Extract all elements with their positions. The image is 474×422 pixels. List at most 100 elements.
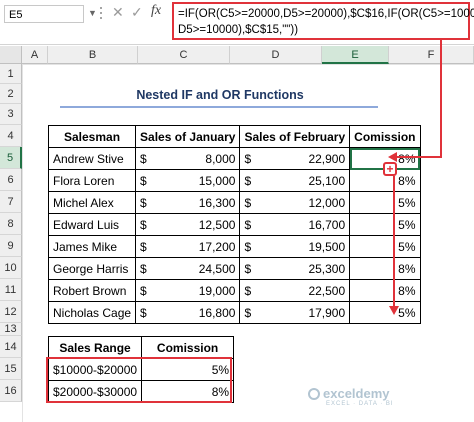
cell-comission[interactable]: 5%	[349, 301, 421, 324]
cell-comission[interactable]: 8%	[349, 257, 421, 280]
cell-jan[interactable]: $24,500	[135, 257, 241, 280]
cell-salesman[interactable]: Flora Loren	[47, 169, 137, 192]
table-row: Michel Alex $16,300 $12,000 5%	[47, 191, 421, 214]
header-sales-february[interactable]: Sales of February	[239, 125, 351, 148]
row-header-8[interactable]: 8	[0, 213, 22, 235]
currency-symbol: $	[244, 261, 252, 276]
formula-bar: E5 ▼ ✕ ✓ fx =IF(OR(C5>=20000,D5>=20000),…	[0, 0, 474, 45]
cell-feb[interactable]: $25,300	[239, 257, 351, 280]
currency-symbol: $	[244, 305, 252, 320]
sheet-title: Nested IF and OR Functions	[136, 88, 304, 102]
header-salesman[interactable]: Salesman	[47, 125, 137, 148]
column-header-f[interactable]: F	[389, 46, 474, 64]
cell-salesman[interactable]: Edward Luis	[47, 213, 137, 236]
cancel-icon[interactable]: ✕	[112, 4, 124, 21]
cell-sales-range[interactable]: $10000-$20000	[47, 358, 143, 381]
row-header-9[interactable]: 9	[0, 235, 22, 257]
formula-arrow-vertical	[440, 40, 442, 158]
row-header-13[interactable]: 13	[0, 323, 22, 336]
cell-feb[interactable]: $25,100	[239, 169, 351, 192]
cell-range-comission[interactable]: 5%	[141, 358, 235, 381]
row-header-10[interactable]: 10	[0, 257, 22, 279]
drag-handle-icon[interactable]	[99, 4, 103, 24]
cell-feb[interactable]: $22,900	[239, 147, 351, 170]
header-sales-range[interactable]: Sales Range	[47, 336, 143, 359]
column-header-d[interactable]: D	[230, 46, 322, 64]
column-header-b[interactable]: B	[48, 46, 138, 64]
row-header-7[interactable]: 7	[0, 191, 22, 213]
table-row: Andrew Stive $8,000 $22,900 8%	[47, 147, 421, 170]
cell-comission[interactable]: 8%	[349, 279, 421, 302]
cell-feb-value: 19,500	[308, 239, 346, 254]
cell-feb[interactable]: $12,000	[239, 191, 351, 214]
cell-jan-value: 19,000	[198, 283, 236, 298]
cell-comission[interactable]: 5%	[349, 191, 421, 214]
cell-jan[interactable]: $16,800	[135, 301, 241, 324]
currency-symbol: $	[244, 283, 252, 298]
column-header-e[interactable]: E	[322, 46, 389, 64]
cell-jan[interactable]: $8,000	[135, 147, 241, 170]
cell-jan[interactable]: $16,300	[135, 191, 241, 214]
row-header-1[interactable]: 1	[0, 64, 22, 84]
row-header-15[interactable]: 15	[0, 358, 22, 380]
formula-arrow-horizontal	[396, 156, 442, 158]
cell-jan[interactable]: $19,000	[135, 279, 241, 302]
formula-input[interactable]: =IF(OR(C5>=20000,D5>=20000),$C$16,IF(OR(…	[172, 2, 474, 40]
header-range-comission[interactable]: Comission	[141, 336, 235, 359]
fill-handle-icon[interactable]: +	[383, 162, 397, 176]
watermark-tagline: EXCEL · DATA · BI	[326, 401, 394, 407]
currency-symbol: $	[244, 173, 252, 188]
row-header-5[interactable]: 5	[0, 147, 22, 169]
cell-feb[interactable]: $22,500	[239, 279, 351, 302]
cell-range-comission[interactable]: 8%	[141, 380, 235, 403]
cell-sales-range[interactable]: $20000-$30000	[47, 380, 143, 403]
cell-comission[interactable]: 5%	[349, 213, 421, 236]
row-header-3[interactable]: 3	[0, 104, 22, 125]
cell-salesman[interactable]: George Harris	[47, 257, 137, 280]
currency-symbol: $	[140, 283, 147, 298]
cell-feb-value: 12,000	[308, 195, 346, 210]
cell-salesman[interactable]: James Mike	[47, 235, 137, 258]
cell-jan-value: 8,000	[205, 151, 236, 166]
header-comission[interactable]: Comission	[349, 125, 421, 148]
column-header-a[interactable]: A	[22, 46, 48, 64]
row-header-14[interactable]: 14	[0, 336, 22, 358]
insert-function-icon[interactable]: fx	[151, 3, 161, 19]
table-row: James Mike $17,200 $19,500 5%	[47, 235, 421, 258]
cell-salesman[interactable]: Andrew Stive	[47, 147, 137, 170]
cell-feb[interactable]: $17,900	[239, 301, 351, 324]
range-row: $20000-$30000 8%	[47, 380, 235, 403]
cell-jan-value: 15,000	[198, 173, 236, 188]
currency-symbol: $	[244, 151, 252, 166]
name-box[interactable]: E5	[4, 5, 84, 23]
header-sales-january[interactable]: Sales of January	[135, 125, 241, 148]
range-header-row: Sales Range Comission	[47, 336, 235, 359]
row-header-2[interactable]: 2	[0, 84, 22, 104]
cell-jan[interactable]: $12,500	[135, 213, 241, 236]
row-header-6[interactable]: 6	[0, 169, 22, 191]
cell-jan[interactable]: $17,200	[135, 235, 241, 258]
fill-arrow-line	[393, 176, 395, 308]
cell-salesman[interactable]: Michel Alex	[47, 191, 137, 214]
row-header-4[interactable]: 4	[0, 125, 22, 147]
cell-jan-value: 16,800	[198, 305, 236, 320]
currency-symbol: $	[140, 173, 147, 188]
row-header-16[interactable]: 16	[0, 380, 22, 402]
cell-feb[interactable]: $19,500	[239, 235, 351, 258]
exceldemy-logo-icon	[308, 388, 320, 400]
cell-salesman[interactable]: Nicholas Cage	[47, 301, 137, 324]
cell-comission[interactable]: 5%	[349, 235, 421, 258]
name-box-dropdown-icon[interactable]: ▼	[88, 8, 97, 18]
column-header-c[interactable]: C	[138, 46, 230, 64]
cell-jan[interactable]: $15,000	[135, 169, 241, 192]
row-header-12[interactable]: 12	[0, 301, 22, 323]
row-header-11[interactable]: 11	[0, 279, 22, 301]
cell-salesman[interactable]: Robert Brown	[47, 279, 137, 302]
enter-icon[interactable]: ✓	[131, 4, 143, 21]
cell-jan-value: 12,500	[198, 217, 236, 232]
currency-symbol: $	[140, 151, 147, 166]
sales-range-table: Sales Range Comission $10000-$20000 5% $…	[47, 336, 235, 403]
cell-feb[interactable]: $16,700	[239, 213, 351, 236]
cell-feb-value: 16,700	[308, 217, 346, 232]
select-all-corner[interactable]	[0, 46, 22, 64]
